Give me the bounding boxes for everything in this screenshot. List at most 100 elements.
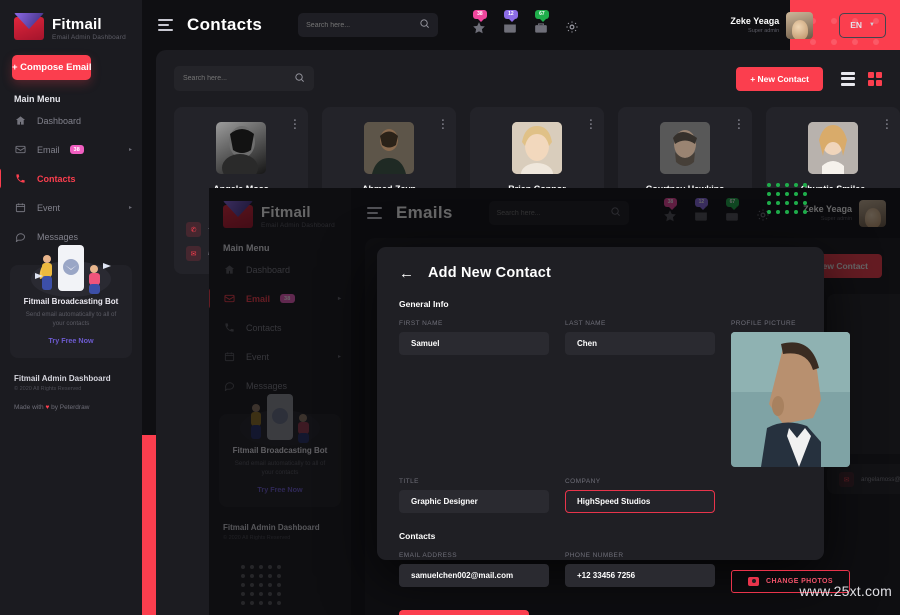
page-title-layer2: Emails — [396, 203, 453, 222]
envelope-icon — [14, 13, 44, 40]
title-label: TITLE — [399, 478, 419, 485]
last-name-input[interactable] — [565, 332, 715, 355]
sidebar-section-label: Main Menu — [14, 94, 61, 104]
sidebar-item-event[interactable]: Event ▸ — [0, 193, 142, 222]
title-company-field-row: TITLE COMPANY — [399, 478, 802, 513]
card-menu-icon[interactable]: · · · — [885, 116, 889, 135]
search-icon[interactable] — [610, 206, 621, 220]
promo-cta-link[interactable]: Try Free Now — [48, 336, 93, 345]
title-input[interactable] — [399, 490, 549, 513]
search-input[interactable] — [306, 21, 420, 29]
home-icon — [14, 115, 27, 126]
calendar-icon — [223, 351, 236, 362]
last-name-label: LAST NAME — [565, 320, 606, 327]
star-badge: 38 — [473, 9, 487, 22]
grid-view-icon[interactable] — [868, 71, 882, 86]
sidebar-item-contacts[interactable]: Contacts — [0, 164, 142, 193]
card-menu-icon[interactable]: · · · — [737, 116, 741, 135]
brand-name-layer2: Fitmail — [261, 204, 311, 221]
sidebar-item-contacts-layer2[interactable]: Contacts — [209, 313, 351, 342]
search-icon[interactable] — [419, 18, 430, 32]
sidebar-item-event-layer2[interactable]: Event ▸ — [209, 342, 351, 371]
brand-layer2: Fitmail Email Admin Dashboard — [209, 200, 351, 229]
user-role: Super admin — [748, 28, 780, 34]
first-name-field-group: FIRST NAME — [399, 320, 549, 467]
page-title: Contacts — [187, 15, 263, 34]
email-field-group: EMAIL ADDRESS — [399, 552, 549, 593]
card-menu-icon[interactable]: · · · — [441, 116, 445, 135]
sidebar-footer-layer2: Fitmail Admin Dashboard © 2020 All Right… — [209, 507, 351, 541]
company-field-group: COMPANY — [565, 478, 715, 513]
footer-copyright-layer2: © 2020 All Rights Reserved — [223, 534, 291, 541]
hamburger-icon[interactable] — [367, 207, 382, 219]
back-arrow-icon[interactable]: ← — [399, 266, 414, 281]
promo-desc-layer2: Send email automatically to all of your … — [234, 460, 326, 477]
contact-photo — [216, 122, 266, 174]
camera-icon — [748, 577, 760, 586]
contact-email: angelamoss@mail.com — [861, 476, 900, 483]
user-profile-layer2[interactable]: Zeke Yeaga Super admin — [803, 199, 886, 227]
star-icon[interactable]: 38 — [663, 197, 678, 222]
mail-icon — [223, 293, 236, 304]
sidebar-layer2: Fitmail Email Admin Dashboard Main Menu … — [209, 188, 351, 615]
envelope-icon — [223, 201, 253, 228]
sidebar-item-label: Event — [246, 351, 270, 362]
search-input-layer2[interactable] — [496, 209, 610, 217]
title-field-group: TITLE — [399, 478, 549, 513]
sidebar-item-dashboard[interactable]: Dashboard — [0, 106, 142, 135]
email-input[interactable] — [399, 564, 549, 587]
sidebar-item-label: Contacts — [246, 322, 282, 333]
sidebar-item-email-layer2[interactable]: Email 38 ▸ — [209, 284, 351, 313]
card-menu-icon[interactable]: · · · — [589, 116, 593, 135]
app-screenshot: Fitmail Email Admin Dashboard + Compose … — [0, 0, 900, 615]
hamburger-icon[interactable] — [158, 19, 173, 31]
briefcase-icon[interactable]: 67 — [534, 9, 549, 34]
topbar: Contacts 38 12 — [142, 0, 900, 50]
profile-picture-image — [731, 332, 850, 467]
save-contacts-button[interactable]: SAVE CONTACTS — [399, 610, 529, 615]
topbar-search[interactable] — [298, 13, 439, 37]
home-icon — [223, 264, 236, 275]
contact-photo — [364, 122, 414, 174]
inbox-icon[interactable]: 12 — [694, 197, 709, 222]
list-view-icon[interactable] — [841, 71, 855, 86]
contacts-search[interactable] — [174, 66, 314, 91]
contacts-toolbar: + New Contact — [174, 66, 882, 91]
inbox-icon[interactable]: 12 — [503, 9, 518, 34]
new-contact-button[interactable]: + New Contact — [736, 66, 823, 91]
sidebar-footer: Fitmail Admin Dashboard © 2020 All Right… — [0, 358, 142, 411]
topbar-search-layer2[interactable] — [488, 201, 629, 225]
briefcase-icon[interactable]: 67 — [725, 197, 740, 222]
promo-card: Fitmail Broadcasting Bot Send email auto… — [10, 245, 132, 358]
company-label: COMPANY — [565, 478, 601, 485]
contacts-search-input[interactable] — [183, 75, 294, 82]
inbox-badge: 12 — [504, 9, 518, 22]
card-menu-icon[interactable]: · · · — [293, 116, 297, 135]
view-toggle — [841, 71, 882, 86]
user-profile[interactable]: Zeke Yeaga Super admin — [730, 11, 814, 39]
last-name-field-group: LAST NAME — [565, 320, 715, 467]
search-icon[interactable] — [294, 70, 305, 88]
company-input[interactable] — [565, 490, 715, 513]
first-name-label: FIRST NAME — [399, 320, 443, 327]
modal-header: ← Add New Contact — [399, 265, 802, 281]
sidebar-item-email[interactable]: Email 38 ▸ — [0, 135, 142, 164]
chevron-right-icon: ▸ — [128, 147, 132, 153]
footer-credit: Made with ♥ by Peterdraw — [14, 403, 90, 411]
first-name-input[interactable] — [399, 332, 549, 355]
phone-input[interactable] — [565, 564, 715, 587]
chevron-right-icon: ▸ — [128, 205, 132, 211]
decor-dot-grid-dark — [241, 565, 285, 605]
sidebar-item-dashboard-layer2[interactable]: Dashboard — [209, 255, 351, 284]
footer-title-layer2: Fitmail Admin Dashboard — [223, 522, 320, 532]
language-selector[interactable]: EN ▼ — [839, 12, 886, 38]
topbar-layer2: Emails 38 12 — [351, 188, 900, 238]
compose-email-button[interactable]: + Compose Email — [12, 55, 92, 80]
sidebar-item-label: Dashboard — [246, 264, 291, 275]
gear-icon[interactable] — [565, 17, 580, 34]
star-icon[interactable]: 38 — [472, 9, 487, 34]
calendar-icon — [14, 202, 27, 213]
watermark: www.25xt.com — [799, 583, 892, 599]
chevron-right-icon: ▸ — [337, 296, 341, 302]
promo-cta-link-layer2[interactable]: Try Free Now — [257, 485, 302, 494]
